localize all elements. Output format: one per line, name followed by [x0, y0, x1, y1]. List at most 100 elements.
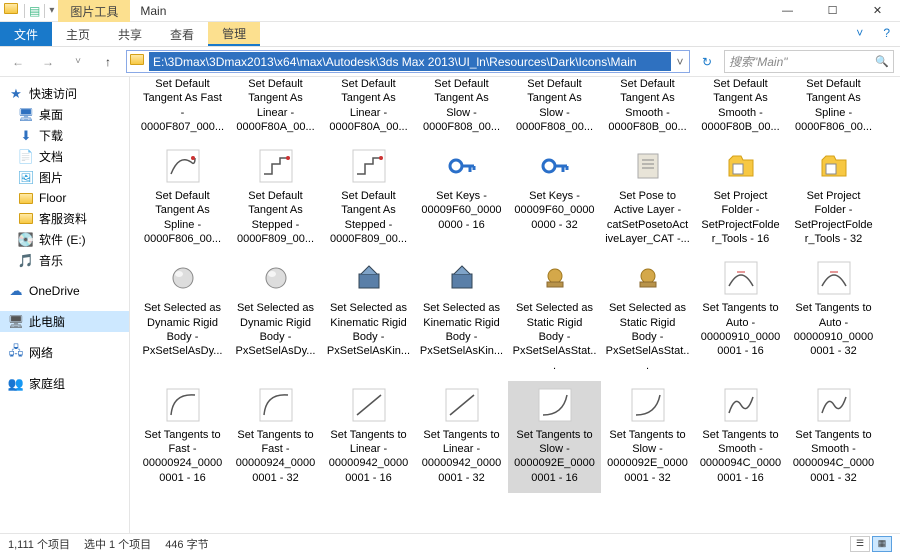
- file-item[interactable]: Set Pose toActive Layer -catSetPosetoAct…: [601, 142, 694, 254]
- file-item[interactable]: Set ProjectFolder -SetProjectFolder_Tool…: [787, 142, 880, 254]
- file-item[interactable]: Set Selected asKinematic RigidBody -PxSe…: [415, 254, 508, 380]
- sidebar-icon: 🖥: [18, 107, 34, 123]
- file-label: 0001 - 16: [698, 344, 783, 358]
- help-icon[interactable]: ?: [873, 22, 900, 46]
- sidebar-icon: 💽: [18, 232, 34, 248]
- file-item[interactable]: Set Selected asDynamic RigidBody -PxSetS…: [229, 254, 322, 380]
- address-input[interactable]: [149, 52, 671, 71]
- sidebar-icon: 📄: [18, 149, 34, 165]
- sidebar-item[interactable]: 客服资料: [0, 208, 129, 229]
- view-icons-button[interactable]: ▦: [872, 536, 892, 552]
- file-label: 0001 - 16: [326, 471, 411, 485]
- file-label: PxSetSelAsStat...: [605, 344, 690, 373]
- file-label: Linear -: [326, 106, 411, 120]
- file-label: 0000F806_00...: [140, 232, 225, 246]
- homegroup-item[interactable]: 👥 家庭组: [0, 373, 129, 394]
- folder-icon: [18, 211, 34, 227]
- sidebar-item[interactable]: 🖥桌面: [0, 104, 129, 125]
- file-item[interactable]: Set DefaultTangent As Fast-0000F807_000.…: [136, 77, 229, 142]
- sidebar-item[interactable]: Floor: [0, 188, 129, 208]
- quick-access-header[interactable]: ★ 快速访问: [0, 83, 129, 104]
- file-item[interactable]: Set Tangents toFast -00000924_00000001 -…: [229, 381, 322, 493]
- file-item[interactable]: Set Tangents toSmooth -0000094C_00000001…: [787, 381, 880, 493]
- file-label: Smooth -: [698, 442, 783, 456]
- file-item[interactable]: Set DefaultTangent AsSpline -0000F806_00…: [136, 142, 229, 254]
- file-item[interactable]: Set Selected asStatic RigidBody -PxSetSe…: [601, 254, 694, 380]
- file-item[interactable]: Set Tangents toSlow -0000092E_00000001 -…: [601, 381, 694, 493]
- minimize-button[interactable]: —: [765, 0, 810, 22]
- file-label: Set Default: [140, 189, 225, 203]
- file-item[interactable]: Set Tangents toLinear -00000942_00000001…: [415, 381, 508, 493]
- network-item[interactable]: 🖧 网络: [0, 342, 129, 363]
- file-label: 0001 - 32: [419, 471, 504, 485]
- file-item[interactable]: Set DefaultTangent AsStepped -0000F809_0…: [229, 142, 322, 254]
- address-dropdown[interactable]: ˅: [671, 55, 689, 69]
- file-label: Auto -: [698, 316, 783, 330]
- file-label: Set Tangents to: [605, 428, 690, 442]
- tab-share[interactable]: 共享: [104, 22, 156, 46]
- file-item[interactable]: Set DefaultTangent AsStepped -0000F809_0…: [322, 142, 415, 254]
- sidebar-item-label: 客服资料: [39, 210, 87, 227]
- file-item[interactable]: Set Selected asDynamic RigidBody -PxSetS…: [136, 254, 229, 380]
- sidebar-item[interactable]: 💽软件 (E:): [0, 229, 129, 250]
- file-tab[interactable]: 文件: [0, 22, 52, 46]
- file-label: Set Tangents to: [698, 301, 783, 315]
- refresh-button[interactable]: ↻: [696, 51, 718, 73]
- search-box[interactable]: 搜索"Main" 🔍: [724, 50, 894, 73]
- status-size: 446 字节: [165, 536, 208, 552]
- file-thumbnail: [814, 385, 854, 425]
- this-pc-item[interactable]: 🖥 此电脑: [0, 311, 129, 332]
- file-item[interactable]: Set Tangents toSlow -0000092E_00000001 -…: [508, 381, 601, 493]
- file-label: Tangent As: [326, 203, 411, 217]
- tab-home[interactable]: 主页: [52, 22, 104, 46]
- tab-manage[interactable]: 管理: [208, 22, 260, 46]
- file-item[interactable]: Set Selected asKinematic RigidBody -PxSe…: [322, 254, 415, 380]
- tab-view[interactable]: 查看: [156, 22, 208, 46]
- ribbon-expand-icon[interactable]: ˅: [846, 22, 873, 46]
- file-item[interactable]: Set Keys -00009F60_00000000 - 16: [415, 142, 508, 254]
- file-item[interactable]: Set Tangents toFast -00000924_00000001 -…: [136, 381, 229, 493]
- maximize-button[interactable]: ☐: [810, 0, 855, 22]
- file-item[interactable]: Set Tangents toSmooth -0000094C_00000001…: [694, 381, 787, 493]
- status-selected: 选中 1 个项目: [84, 536, 151, 552]
- qat-dropdown[interactable]: ▾: [49, 5, 54, 16]
- file-grid[interactable]: Set DefaultTangent As Fast-0000F807_000.…: [130, 77, 900, 533]
- file-thumbnail: [628, 385, 668, 425]
- file-item[interactable]: Set DefaultTangent AsSpline -0000F806_00…: [787, 77, 880, 142]
- sidebar-item[interactable]: 🎵音乐: [0, 250, 129, 271]
- file-item[interactable]: Set DefaultTangent AsSlow -0000F808_00..…: [415, 77, 508, 142]
- file-label: Set Tangents to: [326, 428, 411, 442]
- up-button[interactable]: ↑: [96, 50, 120, 74]
- app-icon: [4, 3, 20, 19]
- file-item[interactable]: Set DefaultTangent AsSmooth -0000F80B_00…: [694, 77, 787, 142]
- sidebar-item[interactable]: 📄文档: [0, 146, 129, 167]
- file-label: r_Tools - 16: [698, 232, 783, 246]
- context-tab-picture-tools[interactable]: 图片工具: [58, 0, 130, 22]
- file-item[interactable]: Set Keys -00009F60_00000000 - 32: [508, 142, 601, 254]
- file-item[interactable]: Set DefaultTangent AsSmooth -0000F80B_00…: [601, 77, 694, 142]
- file-thumbnail: [163, 146, 203, 186]
- history-dropdown[interactable]: ˅: [66, 50, 90, 74]
- file-item[interactable]: Set Tangents toAuto -00000910_00000001 -…: [694, 254, 787, 380]
- file-label: Body -: [326, 330, 411, 344]
- file-thumbnail: [256, 146, 296, 186]
- address-bar[interactable]: ˅: [126, 50, 690, 73]
- file-item[interactable]: Set Tangents toLinear -00000942_00000001…: [322, 381, 415, 493]
- file-item[interactable]: Set Selected asStatic RigidBody -PxSetSe…: [508, 254, 601, 380]
- qat-props-icon[interactable]: ▤: [29, 4, 40, 18]
- file-label: Set Tangents to: [512, 428, 597, 442]
- sidebar-item[interactable]: 🖼图片: [0, 167, 129, 188]
- view-details-button[interactable]: ☰: [850, 536, 870, 552]
- file-item[interactable]: Set DefaultTangent AsLinear -0000F80A_00…: [229, 77, 322, 142]
- file-item[interactable]: Set ProjectFolder -SetProjectFolder_Tool…: [694, 142, 787, 254]
- window-title: Main: [130, 1, 176, 21]
- file-item[interactable]: Set DefaultTangent AsSlow -0000F808_00..…: [508, 77, 601, 142]
- onedrive-item[interactable]: ☁ OneDrive: [0, 281, 129, 301]
- sidebar-item[interactable]: ⬇下载: [0, 125, 129, 146]
- file-item[interactable]: Set DefaultTangent AsLinear -0000F80A_00…: [322, 77, 415, 142]
- close-button[interactable]: ✕: [855, 0, 900, 22]
- forward-button[interactable]: →: [36, 50, 60, 74]
- back-button[interactable]: ←: [6, 50, 30, 74]
- file-thumbnail: [349, 258, 389, 298]
- file-item[interactable]: Set Tangents toAuto -00000910_00000001 -…: [787, 254, 880, 380]
